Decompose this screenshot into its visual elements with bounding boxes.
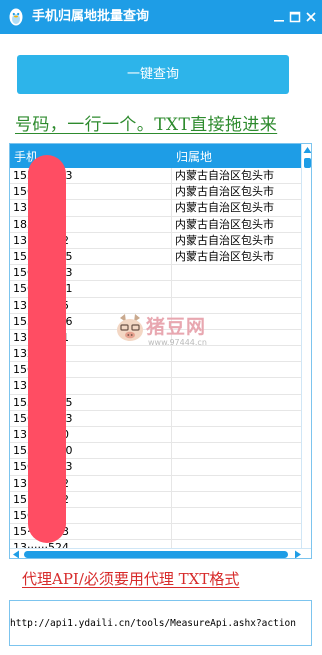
watermark-name: 猪豆网 bbox=[146, 316, 207, 338]
input-hint: 号码，一行一个。TXT直接拖进来 bbox=[15, 115, 278, 135]
query-button[interactable]: 一键查询 bbox=[17, 55, 289, 94]
cell-location: 内蒙古自治区包头市 bbox=[175, 169, 274, 182]
redaction-mark bbox=[28, 155, 66, 543]
column-header-location[interactable]: 归属地 bbox=[176, 148, 212, 165]
vertical-scroll-thumb[interactable] bbox=[304, 158, 311, 168]
scroll-right-arrow-icon[interactable] bbox=[294, 550, 302, 559]
scroll-left-arrow-icon[interactable] bbox=[12, 550, 20, 559]
minimize-icon[interactable] bbox=[271, 9, 287, 25]
pig-logo-icon bbox=[117, 314, 143, 341]
window-title: 手机归属地批量查询 bbox=[32, 9, 150, 24]
cell-location: 内蒙古自治区包头市 bbox=[175, 233, 274, 247]
horizontal-scrollbar[interactable] bbox=[10, 548, 311, 559]
close-icon[interactable] bbox=[303, 9, 319, 25]
cell-location: 内蒙古自治区包头市 bbox=[175, 201, 274, 215]
vertical-scrollbar[interactable] bbox=[301, 144, 312, 548]
watermark-url: www.97444.cn bbox=[148, 338, 207, 347]
proxy-api-input[interactable]: http://api1.ydaili.cn/tools/MeasureApi.a… bbox=[9, 600, 312, 646]
scroll-up-arrow-icon[interactable] bbox=[303, 146, 312, 155]
cell-location: 内蒙古自治区包头市 bbox=[175, 249, 274, 263]
title-bar: 手机归属地批量查询 bbox=[0, 0, 322, 34]
qq-penguin-icon bbox=[9, 8, 23, 26]
watermark: 猪豆网 www.97444.cn bbox=[112, 310, 222, 360]
maximize-icon[interactable] bbox=[287, 9, 303, 25]
cell-location: 内蒙古自治区包头市 bbox=[175, 185, 274, 199]
cell-location: 内蒙古自治区包头市 bbox=[175, 217, 274, 231]
horizontal-scroll-thumb[interactable] bbox=[24, 551, 288, 558]
proxy-hint: 代理API/必须要用代理 TXT格式 bbox=[22, 570, 240, 588]
